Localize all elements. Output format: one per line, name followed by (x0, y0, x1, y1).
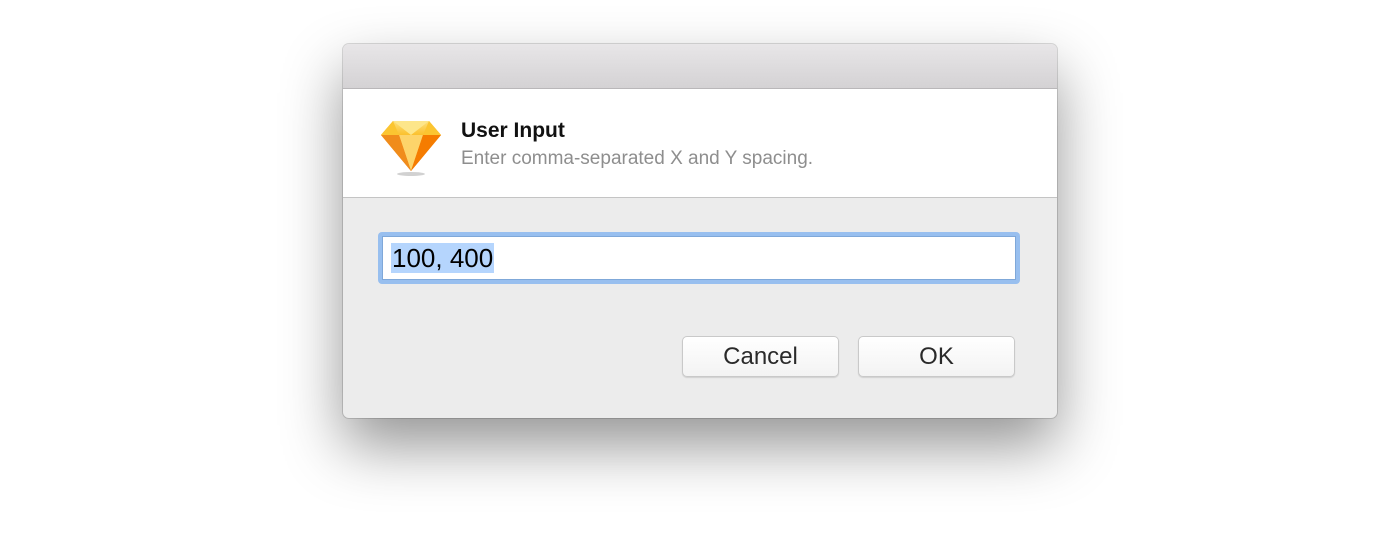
user-input-dialog: User Input Enter comma-separated X and Y… (343, 44, 1057, 418)
spacing-input-value[interactable]: 100, 400 (391, 243, 495, 273)
sketch-diamond-icon (381, 121, 441, 176)
spacing-input-focus-ring: 100, 400 (378, 232, 1020, 284)
spacing-input[interactable]: 100, 400 (382, 236, 1016, 280)
dialog-titlebar[interactable] (343, 44, 1057, 89)
ok-button[interactable]: OK (858, 336, 1015, 377)
dialog-title: User Input (461, 119, 565, 142)
cancel-button[interactable]: Cancel (682, 336, 839, 377)
dialog-message: Enter comma-separated X and Y spacing. (461, 148, 814, 169)
dialog-header: User Input Enter comma-separated X and Y… (343, 89, 1057, 198)
